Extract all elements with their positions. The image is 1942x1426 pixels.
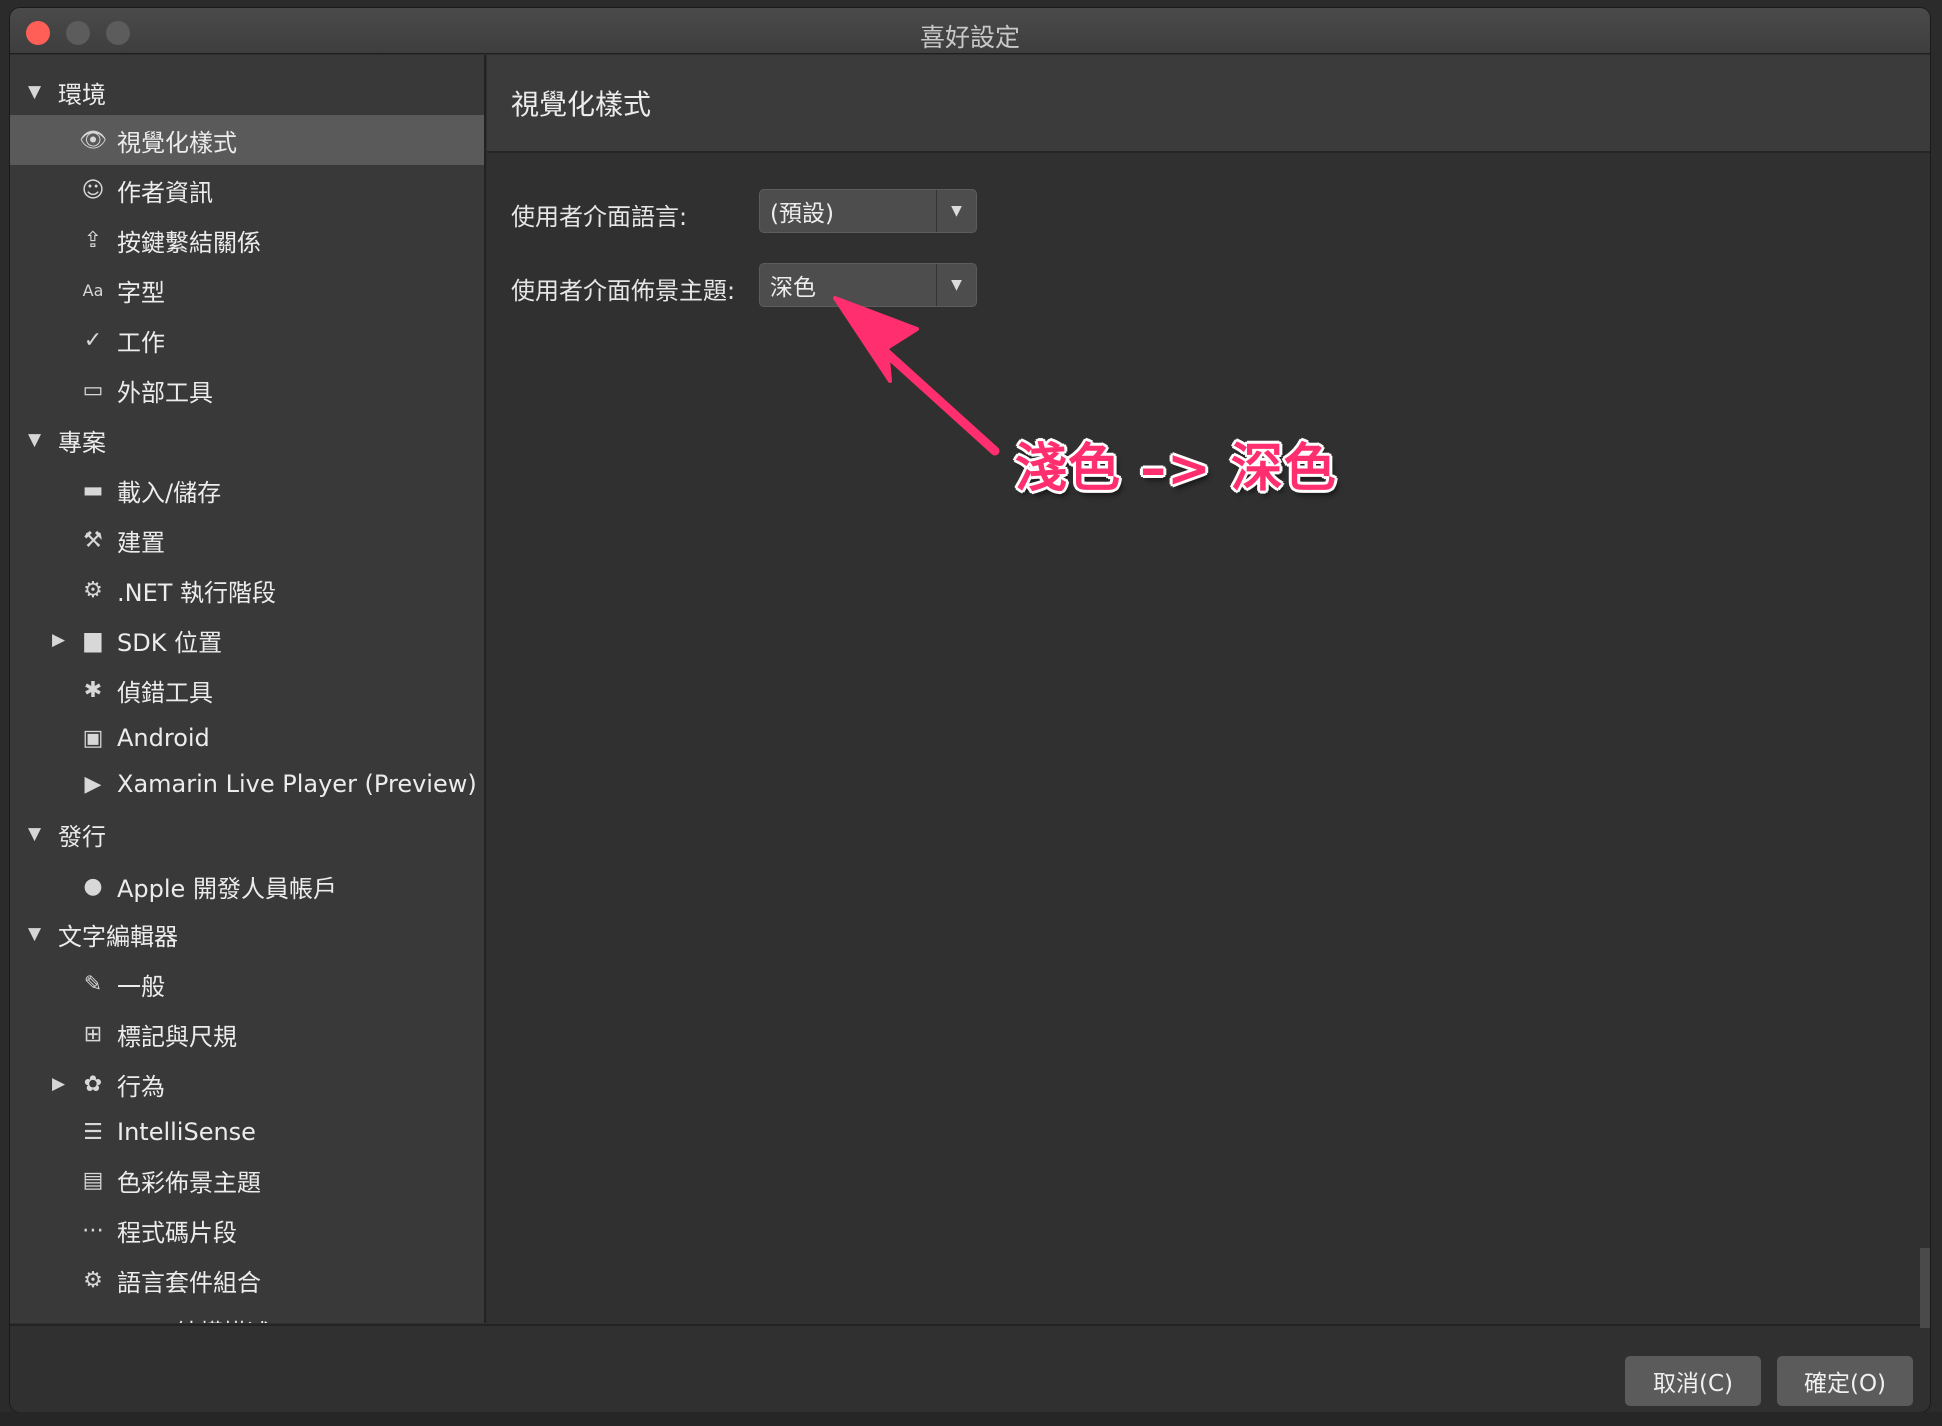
sidebar-item-label: 載入/儲存	[117, 478, 222, 507]
hammer-icon: ⚒	[83, 527, 103, 553]
sidebar-item[interactable]: ✓ 工作	[10, 315, 484, 365]
scrollbar[interactable]	[1920, 1248, 1930, 1328]
sidebar-item-label: 行為	[117, 1072, 165, 1101]
sidebar-item-label: 程式碼片段	[117, 1218, 237, 1247]
dialog-footer: 取消(C) 確定(O)	[10, 1324, 1930, 1412]
disk-icon: ▬	[82, 477, 104, 503]
sidebar-item[interactable]: ⋯ 程式碼片段	[10, 1205, 484, 1255]
chevron-down-icon[interactable]: ▼	[936, 190, 976, 232]
smiley-icon: ☺	[81, 177, 105, 203]
font-icon: Aa	[82, 280, 104, 300]
sidebar-item-label: 發行	[58, 822, 106, 851]
sidebar-item[interactable]: ⚙ .NET 執行階段	[10, 565, 484, 615]
grid-icon: ⊞	[83, 1021, 103, 1047]
sidebar-item-label: 專案	[58, 428, 106, 457]
sidebar-section[interactable]: ▼ 發行	[10, 809, 484, 859]
sidebar-item-label: Android	[117, 724, 210, 752]
annotation-arrow-icon	[833, 296, 1000, 456]
triangle-right-icon[interactable]: ▶	[52, 630, 65, 650]
sidebar-item-label: Xamarin Live Player (Preview)	[117, 770, 477, 798]
android-icon: ▣	[82, 725, 104, 751]
gear-icon: ⚙	[83, 1267, 103, 1293]
eye-icon: 👁	[79, 127, 107, 153]
annotation-text: 淺色 –> 深色	[1015, 439, 1337, 499]
sidebar-item[interactable]: ⊞ 標記與尺規	[10, 1009, 484, 1059]
window-title: 喜好設定	[919, 23, 1020, 52]
sidebar-item[interactable]: ⇪ 按鍵繫結關係	[10, 215, 484, 265]
document-icon: ▤	[82, 1167, 104, 1193]
apple-icon: ●	[83, 873, 103, 899]
checkmark-icon: ✓	[83, 327, 103, 353]
sidebar-item-label: 字型	[117, 278, 165, 307]
folder-icon: ▆	[84, 627, 102, 653]
sidebar-item-label: 作者資訊	[117, 178, 213, 207]
cancel-button[interactable]: 取消(C)	[1625, 1356, 1761, 1406]
sidebar-item-label: SDK 位置	[117, 628, 223, 657]
sidebar-item[interactable]: ✎ 一般	[10, 959, 484, 1009]
sidebar-section[interactable]: ▼ 文字編輯器	[10, 909, 484, 959]
triangle-down-icon[interactable]: ▼	[28, 924, 41, 944]
play-icon: ▶	[84, 771, 102, 797]
sidebar-item[interactable]: ▣ Android	[10, 713, 484, 763]
gear-icon: ⚙	[83, 577, 103, 603]
snippet-icon: ⋯	[82, 1217, 104, 1243]
sidebar-item-label: 環境	[58, 80, 106, 109]
sidebar-item-label: 外部工具	[117, 378, 213, 407]
ui-language-value: (預設)	[770, 201, 834, 227]
sidebar-item[interactable]: ▶ Xamarin Live Player (Preview)	[10, 759, 484, 809]
background-window-strip	[0, 1412, 1942, 1426]
sidebar-item[interactable]: ● Apple 開發人員帳戶	[10, 861, 484, 911]
sidebar-section[interactable]: ▼ 環境	[10, 67, 484, 117]
preferences-sidebar: ▼ 環境 👁 視覺化樣式 ☺ 作者資訊 ⇪ 按鍵繫結關係 Aa 字型 ✓ 工作 ▭ 外部工具 ▼ 專案 ▬ 載入/…	[10, 55, 486, 1323]
ui-language-label: 使用者介面語言:	[511, 203, 688, 231]
sidebar-item[interactable]: ▭ 外部工具	[10, 365, 484, 415]
sidebar-item-label: 偵錯工具	[117, 678, 213, 707]
sidebar-item[interactable]: ☰ IntelliSense	[10, 1107, 484, 1157]
list-icon: ☰	[83, 1119, 103, 1145]
preferences-window: 喜好設定 ▼ 環境 👁 視覺化樣式 ☺ 作者資訊 ⇪ 按鍵繫結關係 Aa 字型 ✓ 工作 ▭ 外部工具 ▼ 專…	[10, 8, 1930, 1412]
page-title: 視覺化樣式	[511, 88, 652, 121]
sidebar-item-label: 文字編輯器	[58, 922, 178, 951]
triangle-down-icon[interactable]: ▼	[28, 824, 41, 844]
sidebar-item[interactable]: ▶ ▆ SDK 位置	[10, 615, 484, 665]
ui-theme-label: 使用者介面佈景主題:	[511, 277, 736, 305]
sidebar-item[interactable]: ✱ 偵錯工具	[10, 665, 484, 715]
brain-icon: ✿	[83, 1071, 103, 1097]
triangle-down-icon[interactable]: ▼	[28, 82, 41, 102]
sidebar-item-label: 視覺化樣式	[117, 128, 237, 157]
title-bar: 喜好設定	[10, 8, 1930, 54]
sidebar-item[interactable]: ▤ 色彩佈景主題	[10, 1155, 484, 1205]
keyboard-icon: ⇪	[83, 227, 103, 253]
triangle-down-icon[interactable]: ▼	[28, 430, 41, 450]
content-panel: 視覺化樣式 使用者介面語言: (預設) ▼ 使用者介面佈景主題: 深色 ▼	[487, 55, 1930, 1323]
sidebar-item[interactable]: ☺ 作者資訊	[10, 165, 484, 215]
sidebar-item[interactable]: 👁 視覺化樣式	[10, 115, 484, 165]
sidebar-item[interactable]: ⌂ XML 結構描述	[10, 1305, 484, 1324]
sidebar-item-label: 一般	[117, 972, 165, 1001]
sidebar-item-label: XML 結構描述	[117, 1313, 271, 1324]
sidebar-item[interactable]: ⚒ 建置	[10, 515, 484, 565]
bug-icon: ✱	[83, 677, 103, 703]
sidebar-item-label: 標記與尺規	[117, 1022, 237, 1051]
sidebar-item[interactable]: Aa 字型	[10, 265, 484, 315]
terminal-icon: ▭	[82, 377, 104, 403]
ui-language-select[interactable]: (預設) ▼	[759, 189, 977, 233]
sidebar-item[interactable]: ▶ ✿ 行為	[10, 1059, 484, 1109]
sidebar-item-label: 建置	[117, 528, 165, 557]
sidebar-item-label: IntelliSense	[117, 1118, 256, 1146]
sidebar-item-label: Apple 開發人員帳戶	[117, 874, 337, 903]
sidebar-item-label: 語言套件組合	[117, 1268, 261, 1297]
xml-icon: ⌂	[78, 1315, 108, 1324]
edit-icon: ✎	[83, 971, 103, 997]
sidebar-section[interactable]: ▼ 專案	[10, 415, 484, 465]
sidebar-item-label: 色彩佈景主題	[117, 1168, 261, 1197]
sidebar-item[interactable]: ⚙ 語言套件組合	[10, 1255, 484, 1305]
content-header: 視覺化樣式	[487, 55, 1930, 153]
sidebar-item-label: 按鍵繫結關係	[117, 228, 261, 257]
ok-button[interactable]: 確定(O)	[1777, 1356, 1913, 1406]
sidebar-item-label: 工作	[117, 328, 165, 357]
sidebar-item[interactable]: ▬ 載入/儲存	[10, 465, 484, 515]
sidebar-item-label: .NET 執行階段	[117, 578, 277, 607]
triangle-right-icon[interactable]: ▶	[52, 1074, 65, 1094]
